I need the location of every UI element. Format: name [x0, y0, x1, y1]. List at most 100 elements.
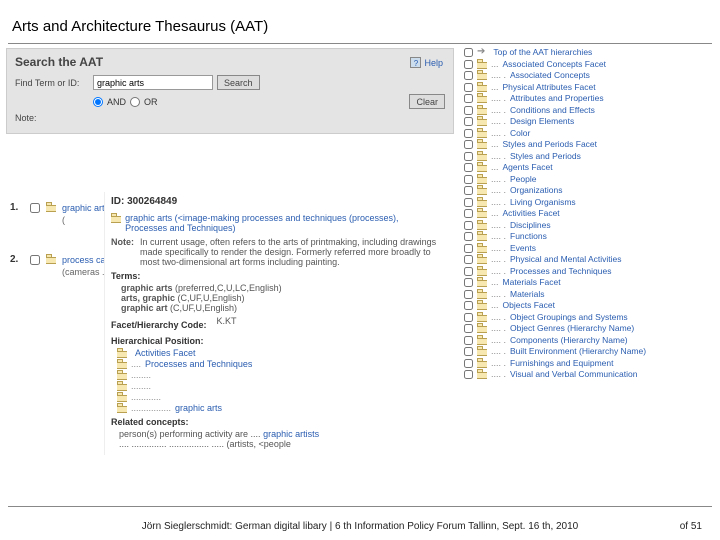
tree-link[interactable]: Associated Concepts	[510, 70, 590, 80]
tree-link[interactable]: Built Environment (Hierarchy Name)	[510, 346, 646, 356]
tree-checkbox[interactable]	[464, 232, 473, 241]
hierarchy-icon[interactable]	[117, 392, 127, 402]
hierarchy-icon[interactable]	[477, 231, 487, 241]
hierarchy-icon[interactable]	[477, 116, 487, 126]
or-radio[interactable]	[130, 97, 140, 107]
hierarchy-icon[interactable]	[477, 70, 487, 80]
tree-link[interactable]: Living Organisms	[510, 197, 576, 207]
tree-link[interactable]: Styles and Periods Facet	[503, 139, 598, 149]
tree-checkbox[interactable]	[464, 301, 473, 310]
tree-link[interactable]: Organizations	[510, 185, 562, 195]
hierarchy-icon[interactable]	[477, 185, 487, 195]
tree-checkbox[interactable]	[464, 186, 473, 195]
tree-checkbox[interactable]	[464, 313, 473, 322]
result-checkbox[interactable]	[30, 203, 40, 213]
tree-checkbox[interactable]	[464, 336, 473, 345]
tree-checkbox[interactable]	[464, 83, 473, 92]
tree-checkbox[interactable]	[464, 71, 473, 80]
hierarchy-icon[interactable]	[111, 213, 119, 223]
tree-checkbox[interactable]	[464, 163, 473, 172]
tree-link[interactable]: Activities Facet	[503, 208, 560, 218]
hpos-link[interactable]: Processes and Techniques	[145, 359, 252, 369]
help-link[interactable]: ?Help	[410, 57, 443, 68]
hierarchy-icon[interactable]	[477, 335, 487, 345]
tree-checkbox[interactable]	[464, 370, 473, 379]
hierarchy-icon[interactable]	[477, 128, 487, 138]
tree-checkbox[interactable]	[464, 267, 473, 276]
hpos-link[interactable]: graphic arts	[175, 403, 222, 413]
tree-checkbox[interactable]	[464, 221, 473, 230]
tree-checkbox[interactable]	[464, 209, 473, 218]
tree-link[interactable]: Agents Facet	[503, 162, 553, 172]
hierarchy-icon[interactable]	[117, 403, 127, 413]
tree-checkbox[interactable]	[464, 359, 473, 368]
related-link-1[interactable]: graphic artists	[263, 429, 319, 439]
hierarchy-icon[interactable]	[477, 151, 487, 161]
tree-checkbox[interactable]	[464, 278, 473, 287]
hierarchy-icon[interactable]	[477, 197, 487, 207]
tree-checkbox[interactable]	[464, 347, 473, 356]
tree-checkbox[interactable]	[464, 140, 473, 149]
tree-link[interactable]: Processes and Techniques	[510, 266, 611, 276]
tree-link[interactable]: Visual and Verbal Communication	[510, 369, 637, 379]
hierarchy-icon[interactable]	[477, 300, 487, 310]
tree-checkbox[interactable]	[464, 290, 473, 299]
tree-link[interactable]: Furnishings and Equipment	[510, 358, 613, 368]
hierarchy-icon[interactable]	[477, 312, 487, 322]
tree-checkbox[interactable]	[464, 48, 473, 57]
and-radio[interactable]	[93, 97, 103, 107]
tree-link[interactable]: Conditions and Effects	[510, 105, 595, 115]
tree-checkbox[interactable]	[464, 198, 473, 207]
tree-link[interactable]: Styles and Periods	[510, 151, 581, 161]
hierarchy-icon[interactable]	[477, 277, 487, 287]
clear-button[interactable]: Clear	[409, 94, 445, 109]
hierarchy-icon[interactable]	[477, 369, 487, 379]
tree-link[interactable]: Materials	[510, 289, 544, 299]
result-checkbox[interactable]	[30, 255, 40, 265]
hpos-link[interactable]: Activities Facet	[135, 348, 196, 358]
hierarchy-icon[interactable]	[117, 381, 127, 391]
hierarchy-icon[interactable]	[477, 220, 487, 230]
hierarchy-icon[interactable]	[117, 359, 127, 369]
hierarchy-icon[interactable]	[477, 289, 487, 299]
hierarchy-icon[interactable]	[46, 202, 56, 212]
tree-link[interactable]: Components (Hierarchy Name)	[510, 335, 628, 345]
tree-link[interactable]: Color	[510, 128, 530, 138]
tree-link[interactable]: Object Genres (Hierarchy Name)	[510, 323, 634, 333]
tree-link[interactable]: Physical Attributes Facet	[503, 82, 596, 92]
hierarchy-icon[interactable]	[477, 266, 487, 276]
detail-title[interactable]: graphic arts (<image-making processes an…	[125, 213, 438, 233]
tree-link[interactable]: Objects Facet	[503, 300, 555, 310]
hierarchy-icon[interactable]	[477, 346, 487, 356]
tree-link[interactable]: Attributes and Properties	[510, 93, 604, 103]
hierarchy-icon[interactable]	[117, 370, 127, 380]
hierarchy-icon[interactable]	[477, 254, 487, 264]
hierarchy-icon[interactable]	[477, 105, 487, 115]
tree-checkbox[interactable]	[464, 117, 473, 126]
hierarchy-icon[interactable]	[477, 208, 487, 218]
tree-link[interactable]: Events	[510, 243, 536, 253]
hierarchy-icon[interactable]	[477, 323, 487, 333]
tree-link[interactable]: Top of the AAT hierarchies	[493, 47, 592, 57]
tree-link[interactable]: Functions	[510, 231, 547, 241]
tree-link[interactable]: Object Groupings and Systems	[510, 312, 628, 322]
result-link[interactable]: graphic arts	[62, 203, 109, 213]
search-input[interactable]	[93, 75, 213, 90]
tree-link[interactable]: Physical and Mental Activities	[510, 254, 622, 264]
hierarchy-icon[interactable]	[477, 93, 487, 103]
hierarchy-icon[interactable]	[46, 254, 56, 264]
search-button[interactable]: Search	[217, 75, 260, 90]
tree-checkbox[interactable]	[464, 129, 473, 138]
tree-checkbox[interactable]	[464, 324, 473, 333]
tree-checkbox[interactable]	[464, 60, 473, 69]
hierarchy-icon[interactable]	[477, 59, 487, 69]
tree-link[interactable]: People	[510, 174, 536, 184]
tree-checkbox[interactable]	[464, 255, 473, 264]
tree-link[interactable]: Associated Concepts Facet	[503, 59, 606, 69]
tree-link[interactable]: Design Elements	[510, 116, 574, 126]
hierarchy-icon[interactable]	[477, 82, 487, 92]
tree-checkbox[interactable]	[464, 175, 473, 184]
tree-link[interactable]: Materials Facet	[503, 277, 561, 287]
tree-checkbox[interactable]	[464, 106, 473, 115]
hierarchy-icon[interactable]	[477, 139, 487, 149]
